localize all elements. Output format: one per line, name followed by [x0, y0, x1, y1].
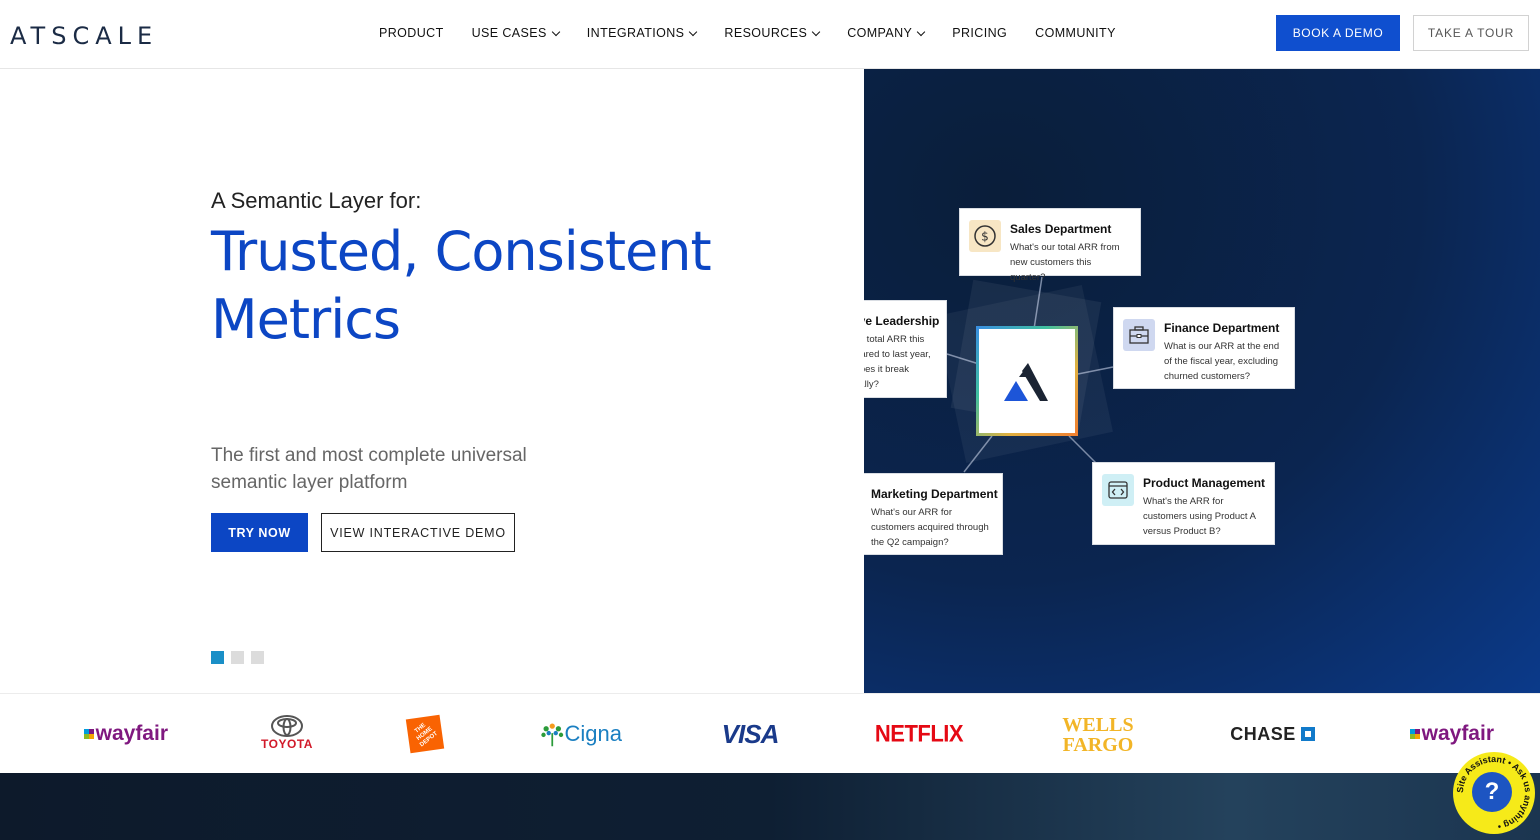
chevron-down-icon	[917, 27, 926, 36]
logo-text: Cigna	[564, 721, 622, 746]
code-window-icon	[1102, 474, 1134, 506]
card-title: Finance Department	[1164, 321, 1280, 335]
logo-netflix: NETFLIX	[875, 716, 964, 752]
hero-title: Trusted, Consistent Metrics	[211, 220, 712, 351]
logo-text: WELLS	[1062, 714, 1134, 736]
nav-label: RESOURCES	[724, 26, 808, 40]
nav-label: USE CASES	[471, 26, 547, 40]
logo-wayfair-repeat: wayfair	[1410, 716, 1494, 752]
atscale-logo[interactable]: ATSCALE	[10, 22, 158, 50]
nav-resources[interactable]: RESOURCES	[724, 26, 821, 40]
customer-logos-strip: wayfair TOYOTA THE HOME DEPOT Cigna VISA…	[0, 693, 1540, 773]
card-product-management: Product Management What's the ARR for cu…	[1092, 462, 1275, 545]
try-now-button[interactable]: TRY NOW	[211, 513, 308, 552]
card-executive-leadership: Executive Leadership What is our total A…	[864, 300, 947, 398]
logo-text: wayfair	[1421, 722, 1494, 745]
card-title: Sales Department	[1010, 222, 1112, 236]
hero-diagram-panel: $ Sales Department What's our total ARR …	[864, 69, 1540, 693]
nav-integrations[interactable]: INTEGRATIONS	[586, 26, 698, 40]
logo-text: wayfair	[95, 722, 168, 745]
card-text: What's our ARR for customers acquired th…	[871, 507, 989, 548]
logo-chase: CHASE	[1230, 716, 1316, 752]
logo-text: VISA	[721, 718, 780, 749]
next-section-band	[0, 773, 1540, 840]
card-sales-department: $ Sales Department What's our total ARR …	[959, 208, 1141, 283]
site-header: ATSCALE PRODUCT USE CASES INTEGRATIONS R…	[0, 0, 1540, 69]
chevron-down-icon	[811, 27, 821, 36]
nav-community[interactable]: COMMUNITY	[1035, 26, 1116, 40]
card-finance-department: Finance Department What is our ARR at th…	[1113, 307, 1295, 389]
logo-home-depot: THE HOME DEPOT	[405, 714, 445, 754]
carousel-dots	[211, 651, 264, 664]
atscale-mark-center	[976, 326, 1078, 436]
carousel-dot-2[interactable]	[231, 651, 244, 664]
atscale-mark-icon	[1004, 363, 1048, 401]
hero-section: A Semantic Layer for: Trusted, Consisten…	[0, 70, 864, 693]
chase-octagon-icon	[1300, 727, 1315, 741]
card-title: Marketing Department	[871, 487, 998, 501]
card-title: Product Management	[1143, 476, 1266, 490]
nav-company[interactable]: COMPANY	[847, 26, 926, 40]
hero-pre-title: A Semantic Layer for:	[211, 188, 422, 213]
nav-label: PRICING	[952, 26, 1008, 40]
card-title: Executive Leadership	[864, 314, 940, 328]
nav-label: COMPANY	[847, 26, 913, 40]
carousel-dot-3[interactable]	[251, 651, 264, 664]
logo-text: NETFLIX	[874, 719, 964, 748]
toyota-emblem-icon	[271, 715, 303, 737]
card-text: What's the ARR for customers using Produ…	[1143, 496, 1256, 537]
logo-wells-fargo: WELLS FARGO	[1058, 714, 1138, 756]
nav-label: COMMUNITY	[1035, 26, 1116, 40]
take-tour-button[interactable]: TAKE A TOUR	[1413, 15, 1529, 51]
svg-text:$: $	[981, 230, 989, 244]
nav-product[interactable]: PRODUCT	[379, 26, 444, 40]
question-mark-icon: ?	[1472, 772, 1512, 812]
nav-pricing[interactable]: PRICING	[952, 26, 1007, 40]
nav-label: PRODUCT	[379, 26, 444, 40]
logo-text: CHASE	[1230, 723, 1296, 744]
carousel-dot-1[interactable]	[211, 651, 224, 664]
logo-text: FARGO	[1062, 734, 1134, 756]
chevron-down-icon	[689, 27, 698, 36]
briefcase-icon	[1123, 319, 1155, 351]
chevron-down-icon	[551, 27, 561, 36]
nav-label: INTEGRATIONS	[586, 26, 685, 40]
logo-visa: VISA	[718, 716, 782, 752]
card-text: What is our ARR at the end of the fiscal…	[1164, 341, 1280, 382]
logo-wayfair: wayfair	[84, 716, 168, 752]
card-marketing-department: Marketing Department What's our ARR for …	[864, 473, 1003, 555]
wayfair-pinwheel-icon	[1410, 729, 1420, 739]
wayfair-pinwheel-icon	[84, 729, 94, 739]
dollar-icon: $	[969, 220, 1001, 252]
logo-text: THE HOME DEPOT	[413, 722, 439, 748]
logo-text: TOYOTA	[261, 737, 313, 751]
book-demo-button[interactable]: BOOK A DEMO	[1276, 15, 1400, 51]
logo-toyota: TOYOTA	[258, 712, 316, 754]
card-text: What is our total ARR this year compared…	[864, 334, 931, 390]
view-interactive-demo-button[interactable]: VIEW INTERACTIVE DEMO	[321, 513, 515, 552]
cigna-tree-icon	[541, 723, 564, 747]
main-nav: PRODUCT USE CASES INTEGRATIONS RESOURCES…	[379, 26, 1144, 40]
site-assistant-button[interactable]: Site Assistant • Ask us anything • ?	[1453, 752, 1535, 834]
nav-use-cases[interactable]: USE CASES	[471, 26, 561, 40]
card-text: What's our total ARR from new customers …	[1010, 242, 1120, 283]
hero-subtitle: The first and most complete universal se…	[211, 445, 527, 493]
logo-cigna: Cigna	[540, 716, 622, 752]
